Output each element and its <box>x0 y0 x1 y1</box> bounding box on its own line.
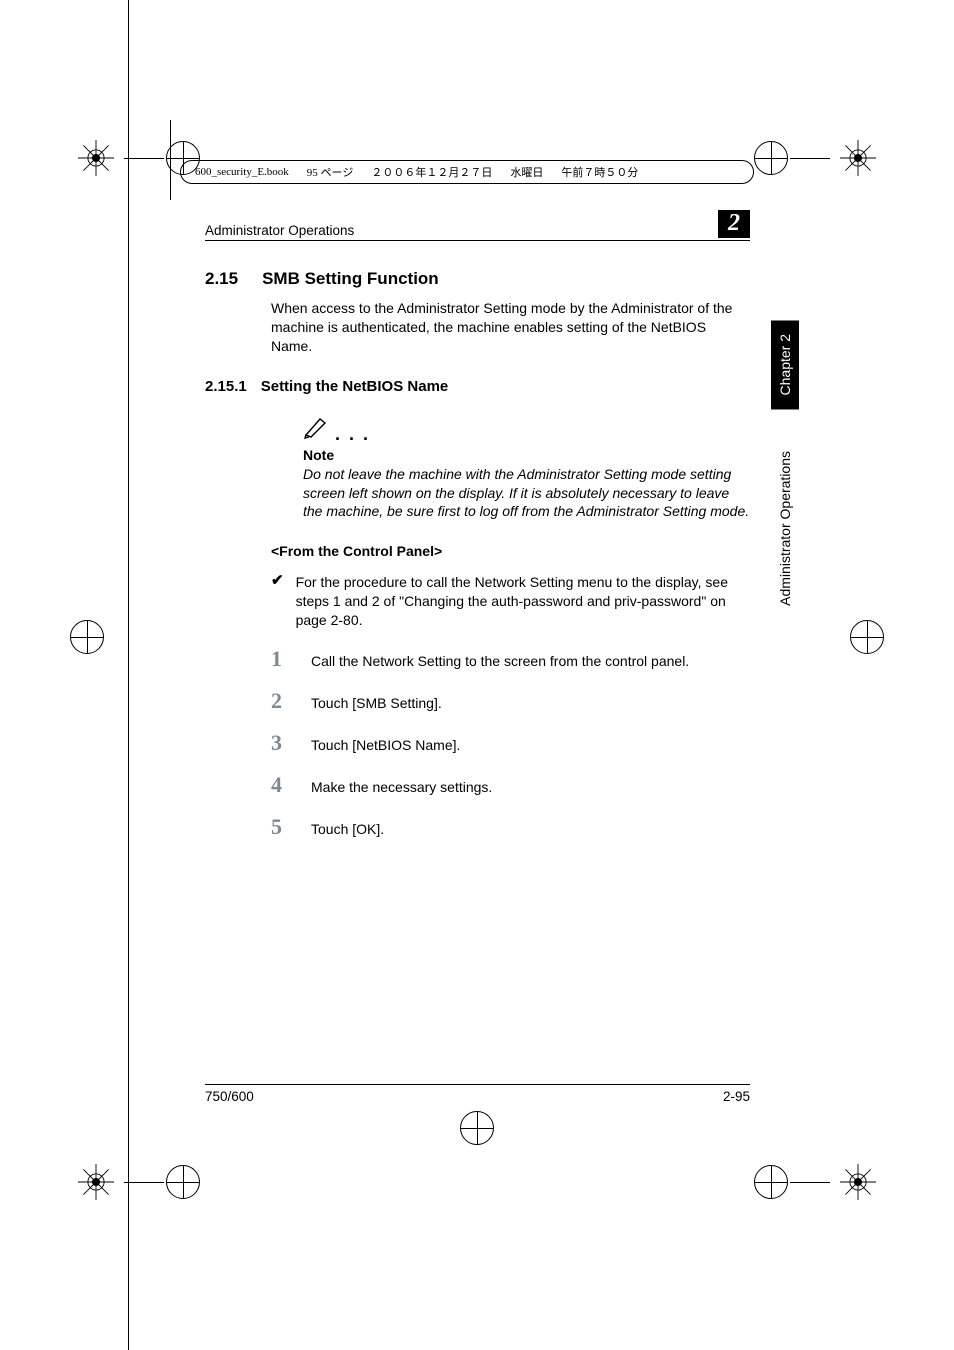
step-item: 2 Touch [SMB Setting]. <box>271 688 750 714</box>
section-title: SMB Setting Function <box>262 269 439 289</box>
meta-file: 600_security_E.book <box>195 166 289 178</box>
footer-right: 2-95 <box>723 1089 750 1104</box>
step-text: Call the Network Setting to the screen f… <box>311 653 689 669</box>
section-tab: Administrator Operations <box>771 437 799 620</box>
crop-mark <box>70 1164 200 1200</box>
meta-page: 95 ページ <box>307 164 354 180</box>
check-text: For the procedure to call the Network Se… <box>296 573 750 630</box>
checkmark-paragraph: ✔ For the procedure to call the Network … <box>271 573 750 630</box>
header-title: Administrator Operations <box>205 223 354 238</box>
note-body: Do not leave the machine with the Admini… <box>303 465 750 522</box>
subsection-title: Setting the NetBIOS Name <box>261 378 449 395</box>
step-item: 1 Call the Network Setting to the screen… <box>271 646 750 672</box>
running-header: Administrator Operations 2 <box>205 210 750 241</box>
meta-day: 水曜日 <box>510 164 543 180</box>
footer-left: 750/600 <box>205 1089 254 1104</box>
step-number: 1 <box>271 646 289 672</box>
page-footer: 750/600 2-95 <box>205 1084 750 1104</box>
crop-mark <box>754 1164 884 1200</box>
step-text: Touch [OK]. <box>311 821 384 837</box>
step-text: Touch [SMB Setting]. <box>311 695 442 711</box>
step-item: 4 Make the necessary settings. <box>271 772 750 798</box>
step-number: 2 <box>271 688 289 714</box>
chapter-tab: Chapter 2 <box>771 320 799 409</box>
crop-mark <box>850 620 884 654</box>
step-text: Make the necessary settings. <box>311 779 492 795</box>
step-number: 4 <box>271 772 289 798</box>
chapter-badge: 2 <box>718 210 750 238</box>
crop-mark <box>754 140 884 176</box>
note-icon <box>303 415 329 445</box>
crop-mark <box>460 1111 494 1145</box>
subsection-heading: 2.15.1 Setting the NetBIOS Name <box>205 378 750 395</box>
section-heading: 2.15 SMB Setting Function <box>205 269 750 289</box>
side-tabs: Chapter 2 Administrator Operations <box>771 320 799 620</box>
crop-mark <box>70 620 104 654</box>
subsection-number: 2.15.1 <box>205 378 247 395</box>
meta-date: ２００６年１２月２７日 <box>371 164 492 180</box>
step-item: 3 Touch [NetBIOS Name]. <box>271 730 750 756</box>
note-label: Note <box>303 447 750 463</box>
source-meta-bar: 600_security_E.book 95 ページ ２００６年１２月２７日 水… <box>180 160 754 184</box>
page-body: Administrator Operations 2 2.15 SMB Sett… <box>205 210 750 840</box>
step-number: 5 <box>271 814 289 840</box>
check-icon: ✔ <box>271 573 284 630</box>
note-dots: . . . <box>335 424 370 445</box>
note-callout: . . . Note Do not leave the machine with… <box>303 415 750 522</box>
step-text: Touch [NetBIOS Name]. <box>311 737 460 753</box>
step-item: 5 Touch [OK]. <box>271 814 750 840</box>
meta-time: 午前７時５０分 <box>561 164 638 180</box>
section-intro: When access to the Administrator Setting… <box>271 299 750 356</box>
guide-line <box>128 0 129 1350</box>
panel-heading: <From the Control Panel> <box>271 543 750 559</box>
step-number: 3 <box>271 730 289 756</box>
section-number: 2.15 <box>205 269 238 289</box>
